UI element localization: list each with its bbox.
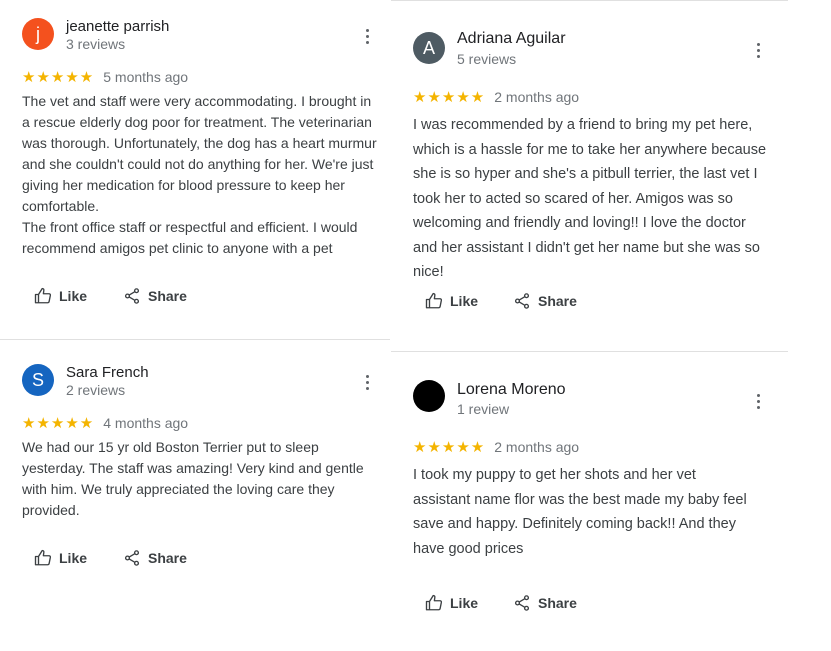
review-text: I took my puppy to get her shots and her… (413, 463, 753, 561)
like-button[interactable]: Like (425, 594, 478, 612)
like-label: Like (450, 595, 479, 611)
thumb-up-icon (425, 292, 443, 309)
review-count[interactable]: 5 reviews (457, 51, 516, 67)
share-icon (124, 288, 140, 304)
avatar[interactable]: j (22, 18, 54, 50)
review-card-adriana: A Adriana Aguilar 5 reviews ★★★★★ 2 mont… (391, 0, 788, 351)
star-rating: ★★★★★ (22, 69, 95, 86)
review-date: 2 months ago (494, 89, 580, 105)
share-button[interactable]: Share (123, 549, 187, 567)
review-card-sara: S Sara French 2 reviews ★★★★★ 4 months a… (0, 340, 390, 651)
thumb-up-icon (34, 287, 52, 304)
star-rating: ★★★★★ (413, 89, 486, 106)
rating-row: ★★★★★ 4 months ago (22, 414, 188, 432)
like-label: Like (59, 288, 88, 304)
share-label: Share (148, 288, 187, 304)
reviewer-name[interactable]: Lorena Moreno (457, 381, 566, 399)
review-text: The vet and staff were very accommodatin… (22, 91, 378, 259)
avatar[interactable]: S (22, 364, 54, 396)
reviewer-name[interactable]: Adriana Aguilar (457, 30, 566, 48)
share-button[interactable]: Share (123, 287, 187, 305)
avatar[interactable] (413, 380, 445, 412)
rating-row: ★★★★★ 5 months ago (22, 68, 188, 86)
review-date: 4 months ago (103, 415, 189, 431)
more-options-button[interactable] (357, 372, 377, 392)
share-button[interactable]: Share (513, 292, 577, 310)
share-icon (514, 293, 530, 309)
share-icon (514, 595, 530, 611)
share-icon (124, 550, 140, 566)
rating-row: ★★★★★ 2 months ago (413, 438, 579, 456)
thumb-up-icon (34, 549, 52, 566)
more-options-button[interactable] (748, 40, 768, 60)
like-button[interactable]: Like (34, 549, 87, 567)
star-rating: ★★★★★ (413, 439, 486, 456)
review-count[interactable]: 2 reviews (66, 382, 125, 398)
rating-row: ★★★★★ 2 months ago (413, 88, 579, 106)
share-label: Share (538, 293, 577, 309)
review-text: I was recommended by a friend to bring m… (413, 113, 773, 285)
review-count[interactable]: 1 review (457, 401, 509, 417)
more-options-button[interactable] (748, 391, 768, 411)
more-options-button[interactable] (357, 26, 377, 46)
avatar[interactable]: A (413, 32, 445, 64)
like-label: Like (450, 293, 479, 309)
like-button[interactable]: Like (425, 292, 478, 310)
reviewer-name[interactable]: Sara French (66, 364, 149, 381)
review-date: 5 months ago (103, 69, 189, 85)
review-text: We had our 15 yr old Boston Terrier put … (22, 437, 372, 521)
review-card-lorena: Lorena Moreno 1 review ★★★★★ 2 months ag… (391, 352, 788, 651)
review-paragraph: I was recommended by a friend to bring m… (413, 117, 767, 280)
reviewer-name[interactable]: jeanette parrish (66, 18, 169, 35)
review-card-jeanette: j jeanette parrish 3 reviews ★★★★★ 5 mon… (0, 0, 390, 339)
thumb-up-icon (425, 594, 443, 611)
share-button[interactable]: Share (513, 594, 577, 612)
share-label: Share (148, 550, 187, 566)
review-count[interactable]: 3 reviews (66, 36, 125, 52)
share-label: Share (538, 595, 577, 611)
review-paragraph: The front office staff or respectful and… (22, 219, 358, 256)
review-paragraph: I took my puppy to get her shots and her… (413, 467, 747, 557)
review-paragraph: The vet and staff were very accommodatin… (22, 93, 377, 214)
review-paragraph: We had our 15 yr old Boston Terrier put … (22, 439, 364, 518)
like-button[interactable]: Like (34, 287, 87, 305)
star-rating: ★★★★★ (22, 415, 95, 432)
like-label: Like (59, 550, 88, 566)
review-date: 2 months ago (494, 439, 580, 455)
